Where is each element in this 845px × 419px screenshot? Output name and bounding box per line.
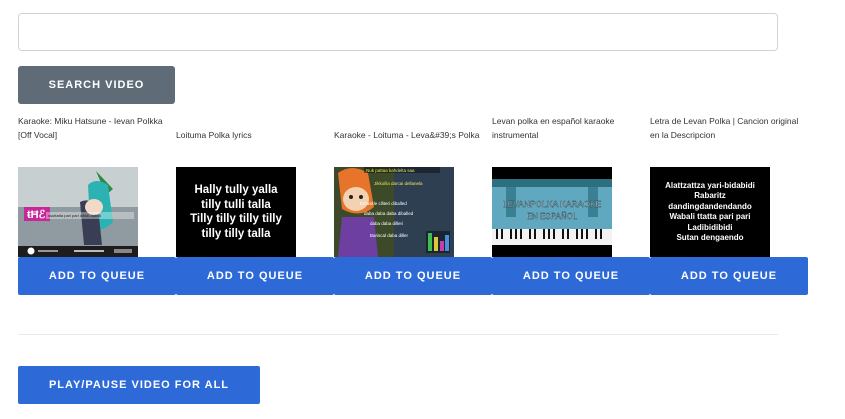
- result-title-line2: en la Descripcion: [650, 130, 716, 140]
- lyric-line: Tilly tilly tilly tilly: [190, 213, 282, 225]
- result-title-line1: Levan polka en español karaoke: [492, 116, 615, 126]
- svg-text:Nuk pattaa kahdelta saa: Nuk pattaa kahdelta saa: [366, 168, 415, 173]
- svg-text:Jikkoilla darcai dellanela: Jikkoilla darcai dellanela: [374, 181, 423, 186]
- lyric-line: Hally tully yalla: [194, 184, 278, 196]
- svg-text:daba daba daba diballed: daba daba daba diballed: [364, 211, 414, 216]
- thumbnail-lyrics: Hally tully yalla tilly tulli talla Till…: [176, 167, 296, 257]
- svg-text:Emaskle clliteri diballed: Emaskle clliteri diballed: [360, 201, 407, 206]
- lyric-line: tilly tulli talla: [201, 198, 271, 211]
- result-item: Karaoke - Loituma - Leva&#39;s Polka Nuk…: [334, 114, 492, 296]
- result-item: Letra de Levan Polka | Cancion original …: [650, 114, 808, 296]
- add-to-queue-button[interactable]: ADD TO QUEUE: [650, 257, 808, 295]
- result-title-line2: Karaoke - Loituma - Leva&#39;s Polka: [334, 130, 480, 140]
- result-item: Levan polka en español karaoke instrumen…: [492, 114, 650, 296]
- video-thumbnail[interactable]: Alattzattza yari-bidabidi Rabaritz dandi…: [650, 167, 770, 257]
- thumb-caption: LEVANPOLKA KARAOKE: [503, 199, 602, 209]
- svg-text:daba daba dilleri: daba daba dilleri: [370, 221, 403, 226]
- thumb-caption: EN ESPAÑOL: [527, 212, 578, 221]
- svg-text:Bariscal daba diller: Bariscal daba diller: [370, 233, 409, 238]
- search-input[interactable]: [18, 13, 778, 51]
- results-list: Karaoke: Miku Hatsune - Ievan Polkka [Of…: [18, 114, 838, 296]
- lyric-line: Rabaritz: [694, 191, 726, 200]
- lyric-line: Wabali ttatta pari pari: [669, 212, 751, 221]
- video-thumbnail[interactable]: ŧĦℰ ssuttatta pari pari dibidi-dabidi: [18, 167, 138, 257]
- lyric-line: dandingdandendando: [668, 201, 752, 211]
- svg-text:ŧĦℰ: ŧĦℰ: [27, 209, 46, 221]
- lyric-line: Alattzattza yari-bidabidi: [665, 180, 755, 190]
- result-title-line2: [Off Vocal]: [18, 130, 58, 140]
- thumbnail-image: Nuk pattaa kahdelta saa Jikkoilla darcai…: [334, 167, 454, 257]
- result-title-line2: Loituma Polka lyrics: [176, 130, 252, 140]
- result-item: Loituma Polka lyrics Hally tully yalla t…: [176, 114, 334, 296]
- video-thumbnail[interactable]: LEVANPOLKA KARAOKE EN ESPAÑOL: [492, 167, 612, 257]
- result-item: Karaoke: Miku Hatsune - Ievan Polkka [Of…: [18, 114, 176, 296]
- search-video-button[interactable]: SEARCH VIDEO: [18, 66, 175, 104]
- thumbnail-lyrics: Alattzattza yari-bidabidi Rabaritz dandi…: [650, 167, 770, 257]
- add-to-queue-button[interactable]: ADD TO QUEUE: [176, 257, 334, 295]
- svg-text:ssuttatta pari pari dibidi-dab: ssuttatta pari pari dibidi-dabidi: [48, 213, 101, 218]
- result-title-line1: Letra de Levan Polka | Cancion original: [650, 116, 799, 126]
- lyric-line: Ladibidibidi: [687, 222, 733, 232]
- result-title-line1: Karaoke: Miku Hatsune - Ievan Polkka: [18, 116, 163, 126]
- add-to-queue-button[interactable]: ADD TO QUEUE: [334, 257, 492, 295]
- play-pause-all-button[interactable]: PLAY/PAUSE VIDEO FOR ALL: [18, 366, 260, 404]
- video-thumbnail[interactable]: Hally tully yalla tilly tulli talla Till…: [176, 167, 296, 257]
- add-to-queue-button[interactable]: ADD TO QUEUE: [18, 257, 176, 295]
- add-to-queue-button[interactable]: ADD TO QUEUE: [492, 257, 650, 295]
- lyric-line: tilly tilly talla: [201, 227, 271, 240]
- video-thumbnail[interactable]: Nuk pattaa kahdelta saa Jikkoilla darcai…: [334, 167, 454, 257]
- thumbnail-image: ŧĦℰ ssuttatta pari pari dibidi-dabidi: [18, 167, 138, 257]
- result-title-line2: instrumental: [492, 130, 539, 140]
- thumbnail-image: LEVANPOLKA KARAOKE EN ESPAÑOL: [492, 167, 612, 257]
- section-divider: [18, 334, 778, 335]
- lyric-line: Sutan dengaendo: [676, 233, 744, 242]
